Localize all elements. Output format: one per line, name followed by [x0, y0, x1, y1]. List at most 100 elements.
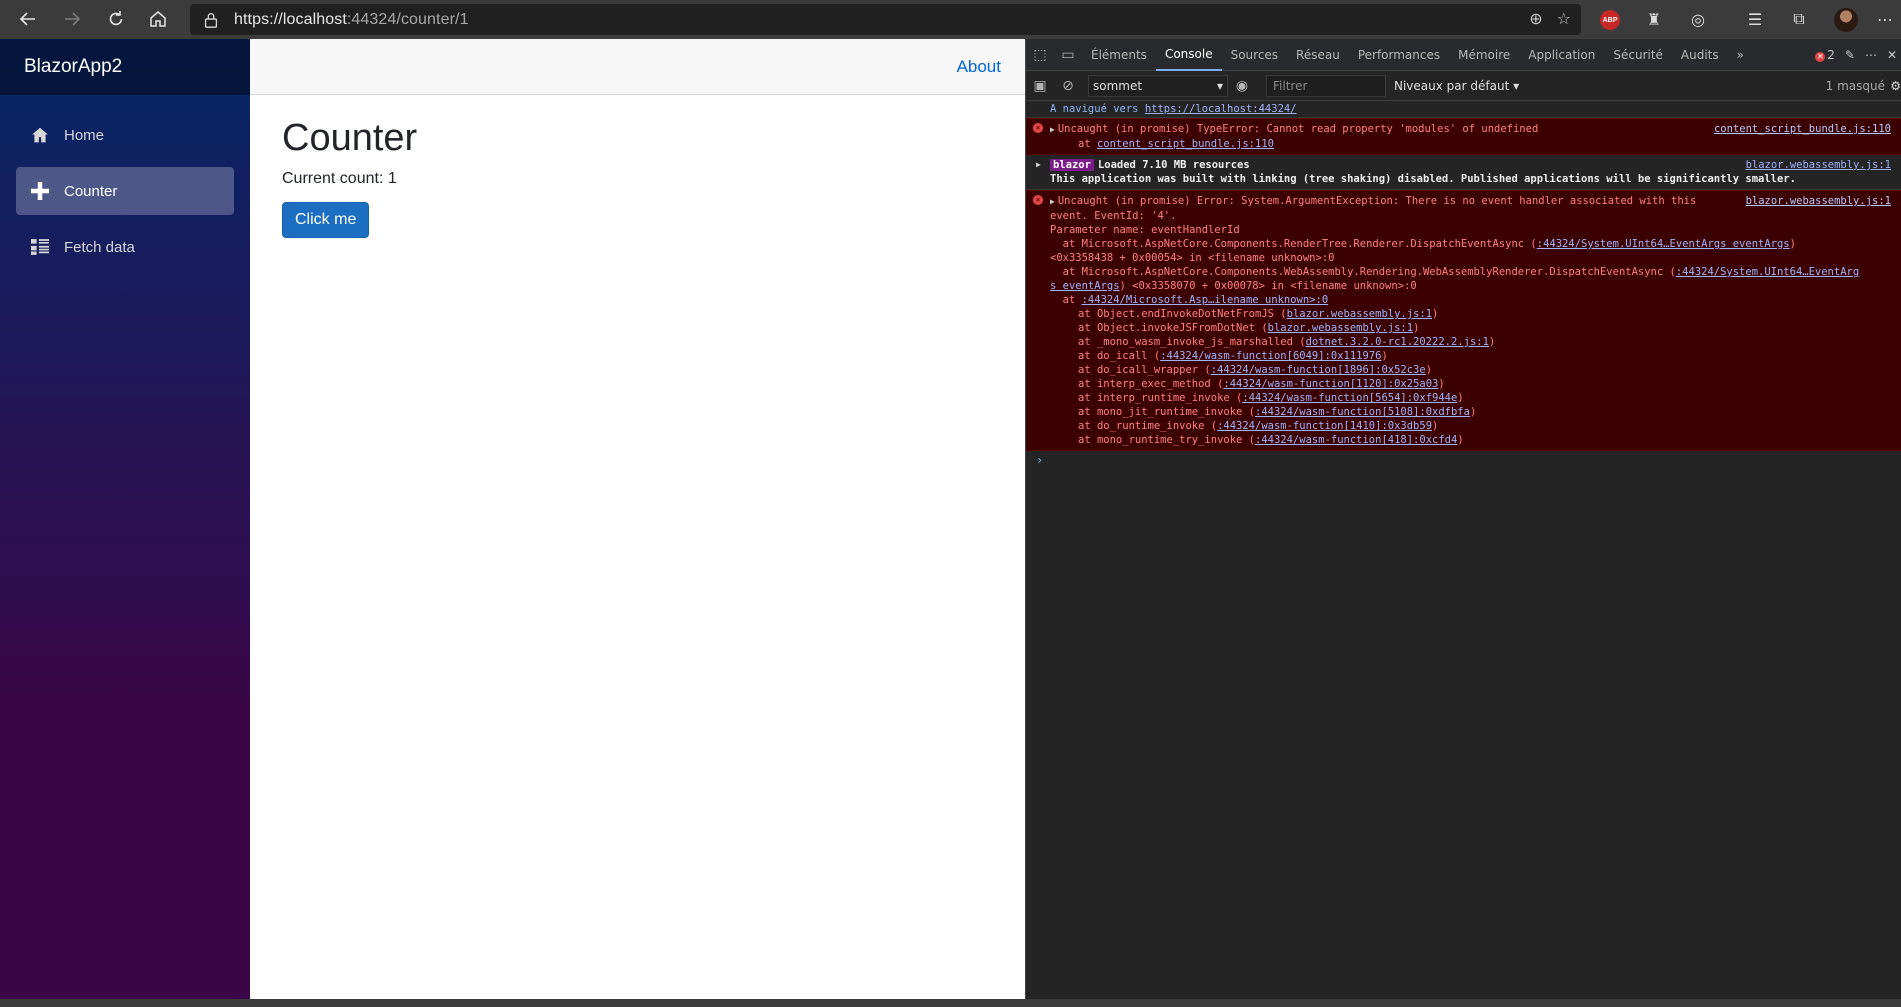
main-content: About Counter Current count: 1 Click me: [250, 39, 1025, 999]
error-message-1: ✕ ▶ Uncaught (in promise) TypeError: Cann…: [1026, 118, 1901, 155]
tab-security[interactable]: Sécurité: [1604, 39, 1672, 71]
context-select[interactable]: sommet ▾: [1088, 74, 1228, 97]
current-count: Current count: 1: [282, 170, 397, 187]
forward-button[interactable]: [54, 3, 90, 35]
stack-link[interactable]: s eventArgs: [1050, 280, 1120, 292]
url-path: :44324/counter/1: [346, 10, 469, 28]
stack-link[interactable]: :44324/wasm-function[5654]:0xf944e: [1242, 392, 1457, 404]
profile-button[interactable]: [1833, 7, 1859, 33]
stack-link[interactable]: :44324/wasm-function[1896]:0x52c3e: [1211, 364, 1426, 376]
back-button[interactable]: [10, 3, 46, 35]
stack-link[interactable]: :44324/wasm-function[6049]:0x111976: [1160, 350, 1381, 362]
home-button[interactable]: [140, 3, 176, 35]
tab-network[interactable]: Réseau: [1287, 39, 1349, 71]
stack-link[interactable]: blazor.webassembly.js:1: [1268, 322, 1413, 334]
device-toolbar-icon[interactable]: ▭: [1054, 41, 1082, 69]
console-toolbar: ▣ ⊘ sommet ▾ ◉ Filtrer Niveaux par défau…: [1026, 71, 1901, 101]
frame-text: at mono_jit_runtime_invoke (: [1078, 406, 1256, 418]
target-extension-icon[interactable]: ◎: [1685, 7, 1711, 33]
frame-text: at Object.invokeJSFromDotNet (: [1078, 322, 1268, 334]
frame-text: at do_icall_wrapper (: [1078, 364, 1211, 376]
at-prefix: at: [1078, 138, 1097, 150]
feedback-icon[interactable]: ✎: [1845, 48, 1855, 62]
tab-sources[interactable]: Sources: [1222, 39, 1287, 71]
nav-menu: Home Counter Fetch data: [0, 95, 250, 271]
refresh-button[interactable]: [98, 3, 134, 35]
collections-icon[interactable]: ⧉: [1786, 7, 1812, 33]
stack-link[interactable]: :44324/wasm-function[1120]:0x25a03: [1223, 378, 1438, 390]
stack-frame: at Object.invokeJSFromDotNet (blazor.web…: [1078, 322, 1420, 334]
live-expression-eye-icon[interactable]: ◉: [1228, 72, 1256, 100]
favorites-list-icon[interactable]: ☰: [1742, 7, 1768, 33]
stack-link[interactable]: dotnet.3.2.0-rc1.20222.2.js:1: [1306, 336, 1489, 348]
nav-item-fetch-data[interactable]: Fetch data: [16, 223, 234, 271]
tab-memory[interactable]: Mémoire: [1449, 39, 1519, 71]
abp-icon: ABP: [1600, 10, 1620, 30]
refresh-icon: [109, 11, 123, 26]
stack-frame: s eventArgs) <0x3358070 + 0x00078> in <f…: [1050, 279, 1893, 293]
ghost-extension-icon[interactable]: ♜: [1641, 7, 1667, 33]
error-circle-icon: ✕: [1033, 123, 1043, 133]
levels-label: Niveaux par défaut: [1394, 78, 1510, 93]
stack-frame: at :44324/Microsoft.Asp…ilename unknown>…: [1050, 293, 1893, 307]
error-line: Parameter name: eventHandlerId: [1050, 224, 1240, 236]
error-counter[interactable]: ✕ 2: [1815, 48, 1835, 62]
expand-triangle-icon[interactable]: ▶: [1050, 125, 1055, 134]
app-viewport: BlazorApp2 Home Counter Fetch data About…: [0, 39, 1025, 999]
clear-console-icon[interactable]: ⊘: [1054, 72, 1082, 100]
url-text: https://localhost:44324/counter/1: [234, 11, 469, 29]
tab-audits[interactable]: Audits: [1672, 39, 1728, 71]
more-menu-icon[interactable]: ⋯: [1872, 7, 1898, 33]
filter-input[interactable]: Filtrer: [1266, 74, 1386, 97]
dropdown-arrow-icon: ▾: [1216, 78, 1223, 93]
frame-text: at _mono_wasm_invoke_js_marshalled (: [1078, 336, 1306, 348]
inspect-element-icon[interactable]: ⬚: [1026, 41, 1054, 69]
stack-link[interactable]: content_script_bundle.js:110: [1097, 138, 1274, 150]
source-link[interactable]: blazor.webassembly.js:1: [1746, 158, 1891, 172]
tab-console[interactable]: Console: [1155, 39, 1222, 71]
nav-link[interactable]: https://localhost:44324/: [1145, 103, 1297, 115]
stack-link[interactable]: :44324/wasm-function[1410]:0x3db59: [1217, 420, 1432, 432]
close-devtools-icon[interactable]: ✕: [1887, 48, 1897, 62]
tab-performance[interactable]: Performances: [1349, 39, 1449, 71]
frame-text: ): [1789, 238, 1796, 250]
click-me-button[interactable]: Click me: [282, 202, 370, 238]
stack-link[interactable]: blazor.webassembly.js:1: [1287, 308, 1432, 320]
levels-dropdown[interactable]: Niveaux par défaut ▾: [1394, 79, 1519, 93]
more-tabs-icon[interactable]: »: [1728, 39, 1753, 71]
navigation-log: A navigué vers https://localhost:44324/: [1026, 101, 1901, 118]
error-icon: ✕: [1815, 51, 1826, 62]
about-link[interactable]: About: [957, 57, 1001, 77]
stack-link[interactable]: :44324/Microsoft.Asp…ilename unknown>:0: [1082, 294, 1329, 306]
source-link[interactable]: content_script_bundle.js:110: [1714, 122, 1891, 136]
stack-link[interactable]: :44324/System.UInt64…EventArg: [1676, 266, 1859, 278]
sidebar-toggle-icon[interactable]: ▣: [1026, 72, 1054, 100]
adblock-extension[interactable]: ABP: [1597, 7, 1623, 33]
prompt-chevron-icon: ›: [1036, 453, 1044, 467]
stack-link[interactable]: :44324/System.UInt64…EventArgs eventArgs: [1537, 238, 1790, 250]
console-prompt[interactable]: ›: [1026, 451, 1901, 469]
address-bar[interactable]: https://localhost:44324/counter/1 ⊕ ☆: [190, 4, 1581, 35]
add-tab-icon[interactable]: ⊕: [1529, 9, 1542, 29]
devtools-menu-icon[interactable]: ⋯: [1865, 48, 1877, 62]
frame-text: at Object.endInvokeDotNetFromJS (: [1078, 308, 1287, 320]
favorite-star-icon[interactable]: ☆: [1557, 9, 1571, 29]
error-line: event. EventId: '4'.: [1050, 210, 1177, 222]
tab-application[interactable]: Application: [1519, 39, 1604, 71]
nav-item-counter[interactable]: Counter: [16, 167, 234, 215]
house-icon: [150, 11, 166, 27]
app-brand[interactable]: BlazorApp2: [24, 56, 122, 78]
plus-icon: [30, 181, 50, 201]
console-settings-gear-icon[interactable]: ⚙: [1890, 79, 1901, 93]
url-host: https://localhost: [234, 10, 347, 28]
stack-frame: at _mono_wasm_invoke_js_marshalled (dotn…: [1078, 336, 1496, 348]
stack-link[interactable]: :44324/wasm-function[5108]:0xdfbfa: [1255, 406, 1470, 418]
nav-item-home[interactable]: Home: [16, 111, 234, 159]
expand-triangle-icon[interactable]: ▶: [1050, 197, 1055, 206]
back-arrow-icon: [19, 12, 35, 26]
source-link[interactable]: blazor.webassembly.js:1: [1746, 194, 1891, 208]
tab-elements[interactable]: Éléments: [1082, 39, 1156, 71]
frame-text: at: [1050, 294, 1082, 306]
stack-link[interactable]: :44324/wasm-function[418]:0xcfd4: [1255, 434, 1457, 446]
expand-triangle-icon[interactable]: ▶: [1036, 158, 1041, 172]
